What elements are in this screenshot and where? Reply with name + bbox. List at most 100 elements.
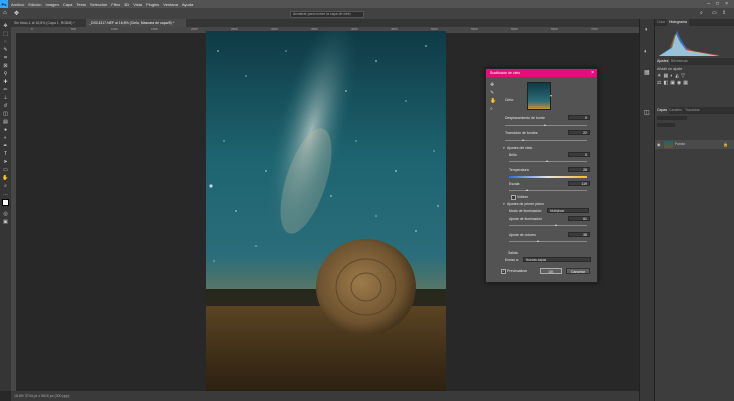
workspace-icon[interactable]: ▭ xyxy=(712,10,717,16)
scale-thumb[interactable] xyxy=(526,189,528,191)
tab-libraries[interactable]: Bibliotecas xyxy=(669,58,690,65)
tab-color[interactable]: Color xyxy=(655,19,667,26)
search-icon[interactable]: ⌕ xyxy=(700,10,703,16)
menu-plugins[interactable]: Plugins xyxy=(146,2,159,7)
temperature-input[interactable]: 28 xyxy=(568,167,590,172)
tab-paths[interactable]: Trazados xyxy=(683,107,701,114)
hand-tool-icon[interactable]: ✋ xyxy=(490,98,496,104)
lighting-adjust-input[interactable]: 61 xyxy=(568,216,590,221)
eraser-tool-icon[interactable]: ◫ xyxy=(2,111,9,117)
color-adjust-slider[interactable] xyxy=(509,241,587,242)
maximize-icon[interactable]: □ xyxy=(716,1,719,7)
menu-filtro[interactable]: Filtro xyxy=(111,2,120,7)
lasso-tool-icon[interactable]: ◌ xyxy=(2,39,9,45)
blur-tool-icon[interactable]: ● xyxy=(2,127,9,133)
tab-channels[interactable]: Canales xyxy=(667,107,684,114)
cancel-button[interactable]: Cancelar xyxy=(566,268,590,274)
sky-brush-tool-icon[interactable]: ✎ xyxy=(490,90,494,96)
tab-document-2[interactable]: _DSC4317.NEF al 16,8% (Cielo, Máscara de… xyxy=(86,19,186,27)
layer-name[interactable]: Fondo xyxy=(675,142,685,146)
adjustment-icons[interactable]: ☀▦◐◭▽ xyxy=(657,73,687,79)
eyedropper-tool-icon[interactable]: ⚲ xyxy=(2,71,9,77)
dialog-title[interactable]: Sustitución de cielo xyxy=(486,69,597,77)
temperature-slider[interactable] xyxy=(509,176,587,178)
preview-checkbox[interactable]: ✓ xyxy=(501,269,506,274)
dialog-close-icon[interactable]: × xyxy=(591,70,594,76)
share-icon[interactable]: ⇪ xyxy=(722,10,726,16)
shape-tool-icon[interactable]: ▭ xyxy=(2,167,9,173)
lighting-mode-select[interactable]: Multiplicar xyxy=(547,208,589,213)
brightness-thumb[interactable] xyxy=(546,160,548,162)
blend-mode-select[interactable] xyxy=(657,123,675,127)
marquee-tool-icon[interactable]: ⬚ xyxy=(2,31,9,37)
shift-edge-slider[interactable] xyxy=(505,125,587,126)
brightness-input[interactable]: 0 xyxy=(568,152,590,157)
brightness-slider[interactable] xyxy=(509,161,587,162)
libraries-panel-icon[interactable]: ▦ xyxy=(644,69,650,76)
menu-imagen[interactable]: Imagen xyxy=(45,2,58,7)
home-icon[interactable]: ⌂ xyxy=(3,10,7,16)
more-tools-icon[interactable]: … xyxy=(2,191,9,197)
quick-mask-icon[interactable]: ◎ xyxy=(2,211,9,217)
color-adjust-input[interactable]: 38 xyxy=(568,232,590,237)
pen-tool-icon[interactable]: ✒ xyxy=(2,143,9,149)
document-image[interactable] xyxy=(206,31,446,395)
healing-tool-icon[interactable]: ✚ xyxy=(2,79,9,85)
sky-preset-thumbnail[interactable] xyxy=(527,82,551,110)
lighting-adjust-slider[interactable] xyxy=(509,225,587,226)
zoom-tool-icon[interactable]: ⌕ xyxy=(2,183,9,189)
color-panel-icon[interactable]: ◑ xyxy=(644,27,648,33)
fade-edge-slider[interactable] xyxy=(505,140,587,141)
menu-ayuda[interactable]: Ayuda xyxy=(182,2,193,7)
path-select-tool-icon[interactable]: ➤ xyxy=(2,159,9,165)
menu-3d[interactable]: 3D xyxy=(124,2,129,7)
layer-row[interactable]: ◉ Fondo 🔒 xyxy=(655,140,734,149)
menu-seleccion[interactable]: Selección xyxy=(90,2,107,7)
collapse-chevron-icon[interactable]: ▾ xyxy=(503,202,505,206)
color-adjust-thumb[interactable] xyxy=(537,240,539,242)
scale-slider[interactable] xyxy=(509,190,587,191)
scale-input[interactable]: 119 xyxy=(568,181,590,186)
collapse-chevron-icon[interactable]: ▾ xyxy=(503,146,505,150)
sky-dropdown-chevron-icon[interactable]: ▾ xyxy=(550,93,552,98)
flip-checkbox[interactable] xyxy=(511,195,516,200)
move-sky-tool-icon[interactable]: ✥ xyxy=(490,82,494,88)
tab-histogram[interactable]: Histograma xyxy=(667,19,689,26)
menu-vista[interactable]: Vista xyxy=(133,2,142,7)
foreground-color-swatch[interactable] xyxy=(2,199,9,206)
adjustments-panel-icon[interactable]: ◐ xyxy=(644,49,648,55)
crop-tool-icon[interactable]: ⌗ xyxy=(2,55,9,61)
shift-edge-thumb[interactable] xyxy=(544,124,546,126)
menu-texto[interactable]: Texto xyxy=(76,2,86,7)
move-tool-icon[interactable]: ✥ xyxy=(14,10,19,17)
fade-edge-thumb[interactable] xyxy=(522,139,524,141)
quick-select-tool-icon[interactable]: ✎ xyxy=(2,47,9,53)
history-brush-icon[interactable]: ↺ xyxy=(2,103,9,109)
menu-capa[interactable]: Capa xyxy=(63,2,73,7)
stamp-tool-icon[interactable]: ⊥ xyxy=(2,95,9,101)
minimize-icon[interactable]: – xyxy=(707,1,710,7)
gradient-tool-icon[interactable]: ▤ xyxy=(2,119,9,125)
type-tool-icon[interactable]: T xyxy=(2,151,9,157)
hand-tool-icon[interactable]: ✋ xyxy=(2,175,9,181)
close-icon[interactable]: × xyxy=(725,1,728,7)
tab-document-1[interactable]: Sin título-1 al 16,8% (Capa 1, RGB/8) * xyxy=(11,19,85,27)
zoom-tool-icon[interactable]: ⌕ xyxy=(490,106,493,112)
menu-edicion[interactable]: Edición xyxy=(28,2,41,7)
shift-edge-input[interactable]: 0 xyxy=(568,115,590,120)
move-tool-icon[interactable]: ✥ xyxy=(2,23,9,29)
visibility-eye-icon[interactable]: ◉ xyxy=(657,142,661,147)
temperature-thumb[interactable] xyxy=(556,176,558,178)
frame-tool-icon[interactable]: ⊠ xyxy=(2,63,9,69)
menu-archivo[interactable]: Archivo xyxy=(11,2,24,7)
layer-filter[interactable] xyxy=(657,116,687,120)
output-to-select[interactable]: Nuevas capas xyxy=(523,257,591,262)
adjustment-icons-row2[interactable]: ⚖◧▣◉▦ xyxy=(657,80,690,86)
fade-edge-input[interactable]: 22 xyxy=(568,130,590,135)
screen-mode-icon[interactable]: ▣ xyxy=(2,219,9,225)
menu-ventana[interactable]: Ventana xyxy=(163,2,178,7)
brush-tool-icon[interactable]: ✏ xyxy=(2,87,9,93)
layers-panel-icon[interactable]: ◫ xyxy=(644,109,650,116)
dodge-tool-icon[interactable]: ◐ xyxy=(2,135,9,141)
lighting-adjust-thumb[interactable] xyxy=(555,224,557,226)
